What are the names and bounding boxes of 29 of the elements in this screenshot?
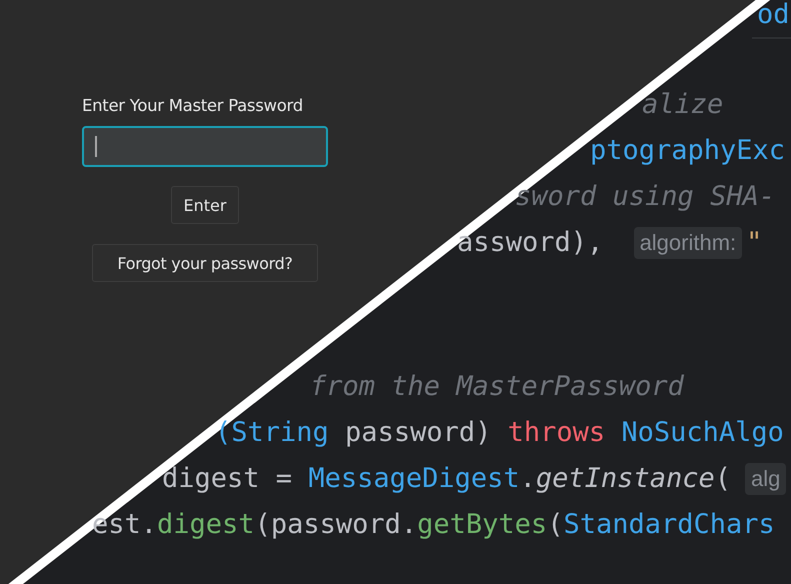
password-field[interactable]	[82, 126, 328, 167]
method-name: getInstance	[536, 462, 715, 496]
code-comment: alize	[642, 88, 724, 122]
text-cursor	[95, 136, 97, 157]
code-text: (	[714, 462, 731, 496]
type-name: od	[757, 0, 790, 32]
code-text: est.	[92, 508, 158, 542]
code-text: (	[547, 508, 564, 542]
inlay-hint: alg	[744, 462, 786, 496]
method-name: digest	[157, 508, 255, 542]
code-comment: from the MasterPassword	[310, 370, 684, 404]
password-prompt: Enter Your Master Password	[82, 95, 303, 117]
inlay-hint: algorithm:	[634, 226, 742, 260]
type-name: MessageDigest	[308, 462, 520, 496]
forgot-password-button[interactable]: Forgot your password?	[92, 244, 318, 282]
code-text: .	[520, 462, 536, 496]
type-name: (String	[215, 416, 329, 450]
string-literal: "	[746, 226, 762, 260]
code-text: (password.	[254, 508, 418, 542]
code-text: assword),	[457, 226, 604, 260]
keyword: throws	[508, 416, 606, 450]
type-name: ptographyExc	[590, 134, 786, 168]
code-comment: sword using SHA-	[515, 180, 776, 214]
method-name: getBytes	[417, 508, 548, 542]
type-name: StandardChars	[563, 508, 775, 542]
type-name: NoSuchAlgo	[621, 416, 784, 450]
code-text: password)	[344, 416, 492, 450]
enter-button[interactable]: Enter	[171, 186, 239, 224]
code-text: digest =	[162, 462, 294, 496]
